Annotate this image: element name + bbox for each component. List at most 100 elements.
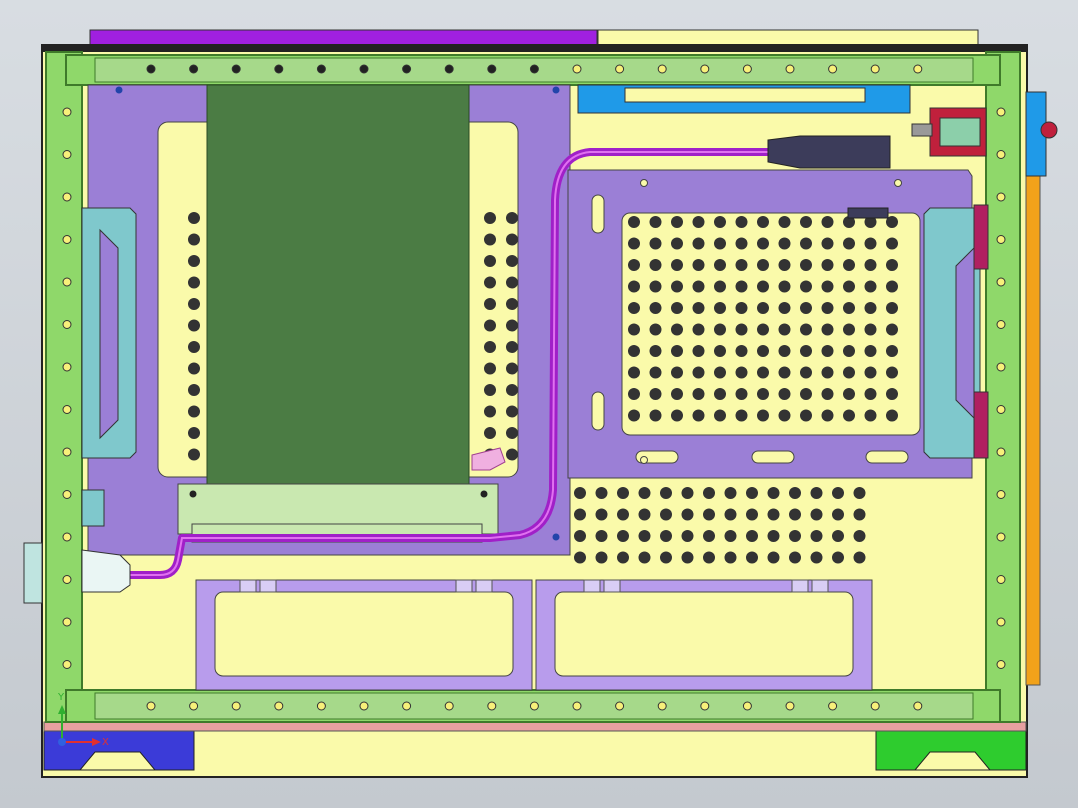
- vent-hole: [843, 388, 855, 400]
- vent-hole: [617, 508, 629, 521]
- vent-hole: [886, 259, 898, 271]
- rail-hole: [62, 277, 72, 287]
- pcb-screw-right: [480, 490, 488, 498]
- pcb-screw-left: [189, 490, 197, 498]
- vent-hole: [628, 409, 640, 422]
- vent-hole: [188, 362, 200, 375]
- rail-hole: [62, 575, 72, 584]
- vent-hole: [703, 530, 715, 542]
- vent-hole: [757, 388, 769, 400]
- frame-tab: [811, 579, 829, 593]
- rail-hole: [402, 64, 412, 74]
- vent-hole: [628, 259, 640, 271]
- plate-pin-5: [894, 179, 902, 187]
- vent-hole: [714, 345, 726, 357]
- plate-slot: [591, 391, 605, 431]
- vent-hole: [886, 237, 898, 250]
- vent-hole: [671, 302, 683, 314]
- vent-hole: [864, 366, 877, 379]
- vent-hole: [506, 255, 518, 267]
- vent-hole: [188, 233, 200, 246]
- vent-hole: [671, 280, 683, 293]
- vent-hole: [188, 255, 200, 267]
- vent-hole: [767, 551, 780, 564]
- assembly-view[interactable]: Y X: [0, 0, 1078, 808]
- vent-hole: [735, 409, 748, 422]
- vent-hole: [714, 302, 726, 314]
- rail-hole: [700, 701, 710, 711]
- vent-hole: [778, 409, 791, 422]
- vent-hole: [681, 551, 694, 564]
- vent-hole: [638, 487, 651, 499]
- vent-hole: [703, 487, 715, 499]
- vent-hole: [735, 302, 748, 314]
- vent-hole: [628, 216, 640, 228]
- rail-hole: [996, 490, 1006, 499]
- rail-hole: [529, 64, 539, 74]
- vent-hole: [810, 487, 823, 499]
- vent-hole: [810, 530, 823, 542]
- left-gray-connector: [23, 542, 43, 604]
- vent-hole: [800, 388, 812, 400]
- cad-graphics-area[interactable]: Y X: [0, 0, 1078, 808]
- vent-hole: [864, 323, 877, 336]
- rail-hole: [572, 701, 582, 711]
- rail-hole: [996, 235, 1006, 244]
- vent-hole: [735, 259, 748, 271]
- rail-hole: [274, 64, 284, 74]
- vent-hole: [484, 405, 496, 418]
- top-yellow-strip: [597, 29, 979, 46]
- vent-hole: [660, 487, 672, 499]
- rail-hole: [62, 192, 72, 202]
- vent-hole: [724, 551, 737, 564]
- vent-hole: [821, 388, 834, 400]
- rail-hole: [785, 64, 795, 74]
- rail-hole: [742, 64, 752, 74]
- vent-hole: [188, 448, 200, 461]
- rail-hole: [996, 320, 1006, 329]
- vent-hole: [574, 530, 586, 542]
- rail-hole: [615, 64, 625, 74]
- vent-hole: [843, 237, 855, 250]
- vent-hole: [188, 427, 200, 439]
- top-purple-strip: [89, 29, 598, 46]
- vent-hole: [660, 530, 672, 542]
- rail-hole: [62, 405, 72, 414]
- rail-hole: [316, 701, 326, 711]
- rail-hole: [742, 701, 752, 711]
- vent-hole: [864, 409, 877, 422]
- vent-hole: [853, 530, 866, 542]
- vent-hole: [671, 345, 683, 357]
- vent-hole: [484, 319, 496, 332]
- vent-hole: [821, 302, 834, 314]
- rail-hole: [62, 490, 72, 499]
- vent-hole: [692, 366, 705, 379]
- vent-hole: [757, 216, 769, 228]
- vent-hole: [692, 323, 705, 336]
- rail-hole: [996, 107, 1006, 117]
- vent-hole: [735, 345, 748, 357]
- vent-hole: [832, 508, 844, 521]
- rail-hole: [913, 701, 923, 711]
- rail-hole: [657, 64, 667, 74]
- vent-hole: [778, 323, 791, 336]
- vent-hole: [810, 551, 823, 564]
- vent-hole: [595, 487, 608, 499]
- vent-hole: [671, 216, 683, 228]
- vent-hole: [800, 366, 812, 379]
- rail-hole: [487, 701, 497, 711]
- rail-hole: [996, 362, 1006, 372]
- rail-hole: [359, 64, 369, 74]
- rail-hole: [828, 64, 838, 74]
- vent-hole: [843, 345, 855, 357]
- vent-hole: [843, 280, 855, 293]
- vent-hole: [746, 551, 758, 564]
- vent-hole: [886, 302, 898, 314]
- vent-hole: [714, 366, 726, 379]
- frame-tab: [455, 579, 473, 593]
- rail-hole: [402, 701, 412, 711]
- vent-hole: [628, 388, 640, 400]
- vent-hole: [778, 259, 791, 271]
- vent-hole: [692, 302, 705, 314]
- vent-hole: [821, 409, 834, 422]
